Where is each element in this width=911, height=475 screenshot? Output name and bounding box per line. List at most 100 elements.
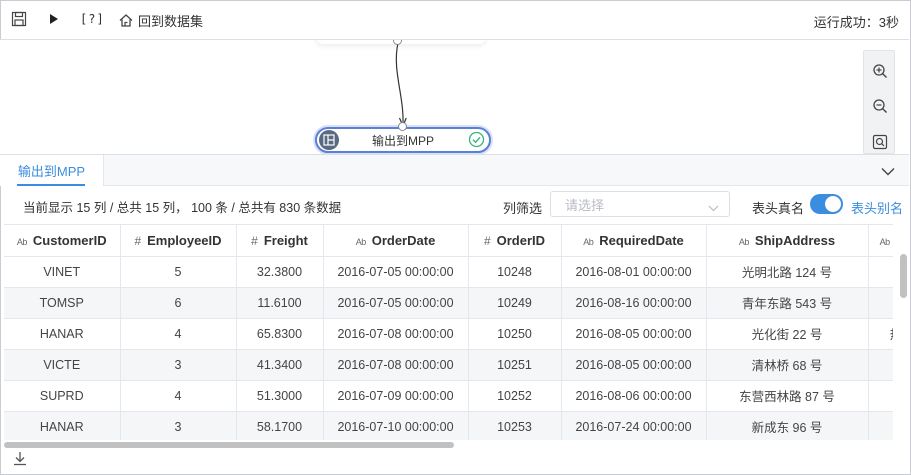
column-header-employeeid[interactable]: # EmployeeID xyxy=(120,225,237,257)
column-header-label: ShipAddress xyxy=(754,232,836,248)
column-filter-placeholder: 请选择 xyxy=(565,197,605,213)
table-output-icon xyxy=(319,130,339,150)
table-row[interactable]: HANAR 4 65.8300 2016-07-08 00:00:00 10250 201… xyxy=(4,318,893,350)
text-type-icon: Ab xyxy=(16,236,28,247)
data-table: Ab CustomerID # EmployeeID # Freight Ab OrderDa… xyxy=(4,225,893,440)
table-cell xyxy=(868,349,893,381)
column-header-label: RequiredDate xyxy=(599,232,684,248)
table-cell: 东营西林路 87 号 xyxy=(706,380,869,412)
number-type-icon: # xyxy=(251,233,258,248)
table-row[interactable]: SUPRD 4 51.3000 2016-07-09 00:00:00 10252 201… xyxy=(4,380,893,412)
table-cell: 10248 xyxy=(468,256,562,288)
table-cell: 10249 xyxy=(468,287,562,319)
toolbar: [?] 回到数据集 运行成功：3秒 xyxy=(0,0,909,40)
table-cell: 10250 xyxy=(468,318,562,350)
header-alias-label[interactable]: 表头别名 xyxy=(851,198,903,217)
table-cell xyxy=(868,411,893,440)
table-cell: 6 xyxy=(120,287,237,319)
number-type-icon: # xyxy=(483,233,491,248)
text-type-icon: Ab xyxy=(583,236,594,247)
table-cell: TOMSP xyxy=(4,287,121,319)
number-type-icon: # xyxy=(134,233,142,248)
column-filter-select[interactable]: 请选择 xyxy=(550,191,730,217)
table-cell: 2016-07-05 00:00:00 xyxy=(323,287,469,319)
text-type-icon: Ab xyxy=(879,236,891,247)
table-row[interactable]: TOMSP 6 11.6100 2016-07-05 00:00:00 10249 201… xyxy=(4,287,893,319)
vertical-scroll-thumb[interactable] xyxy=(900,254,907,298)
back-to-dataset-button[interactable]: 回到数据集 xyxy=(118,11,203,30)
result-tabbar: 输出到MPP xyxy=(0,155,909,186)
home-back-icon xyxy=(119,14,133,27)
toggle-knob xyxy=(825,196,841,212)
table-cell: 光明北路 124 号 xyxy=(706,256,869,288)
text-type-icon: Ab xyxy=(738,236,750,247)
table-cell: 2016-07-09 00:00:00 xyxy=(323,380,469,412)
header-real-name-label: 表头真名 xyxy=(752,201,805,216)
column-header-customerid[interactable]: Ab CustomerID xyxy=(4,225,121,257)
header-name-toggle[interactable] xyxy=(810,194,843,214)
zoom-in-icon[interactable] xyxy=(872,63,888,79)
table-row[interactable]: VICTE 3 41.3400 2016-07-08 00:00:00 10251 201… xyxy=(4,349,893,381)
vertical-scrollbar[interactable] xyxy=(899,224,909,440)
column-header-label: OrderID xyxy=(496,232,546,248)
chevron-down-icon[interactable] xyxy=(881,164,895,179)
column-header-freight[interactable]: # Freight xyxy=(236,225,324,257)
column-header-orderdate[interactable]: Ab OrderDate xyxy=(323,225,469,257)
table-cell: 2016-07-05 00:00:00 xyxy=(323,256,469,288)
table-cell: 2016-08-05 00:00:00 xyxy=(561,318,707,350)
table-cell: 10252 xyxy=(468,380,562,412)
table-cell: 2016-07-10 00:00:00 xyxy=(323,411,469,440)
table-cell: 51.3000 xyxy=(236,380,324,412)
data-summary: 当前显示 15 列 / 总共 15 列， 100 条 / 总共有 830 条数据 xyxy=(23,201,342,215)
table-cell: 5 xyxy=(120,256,237,288)
table-cell: 2016-07-24 00:00:00 xyxy=(561,411,707,440)
tab-output-mpp[interactable]: 输出到MPP xyxy=(0,155,104,186)
column-header-label: CustomerID xyxy=(32,232,107,248)
table-cell: 58.1700 xyxy=(236,411,324,440)
table-header-row: Ab CustomerID # EmployeeID # Freight Ab OrderDa… xyxy=(4,225,893,257)
column-header-shipaddress[interactable]: Ab ShipAddress xyxy=(706,225,869,257)
table-cell: VINET xyxy=(4,256,121,288)
fit-view-icon[interactable] xyxy=(872,134,888,150)
table-cell xyxy=(868,287,893,319)
table-cell: HANAR xyxy=(4,318,121,350)
table-cell: 4 xyxy=(120,318,237,350)
column-filter-label: 列筛选 xyxy=(503,201,543,216)
table-cell: VICTE xyxy=(4,349,121,381)
column-header-label: EmployeeID xyxy=(147,232,222,248)
table-cell: 光化街 22 号 xyxy=(706,318,869,350)
output-node-input-port[interactable] xyxy=(398,122,407,131)
column-header-orderid[interactable]: # OrderID xyxy=(468,225,562,257)
play-icon[interactable] xyxy=(49,13,59,25)
save-icon[interactable] xyxy=(11,11,27,27)
table-cell xyxy=(868,256,893,288)
node-label: 输出到MPP xyxy=(371,133,434,148)
run-status: 运行成功：3秒 xyxy=(813,15,899,30)
table-cell: 2016-08-06 00:00:00 xyxy=(561,380,707,412)
column-header-requireddate[interactable]: Ab RequiredDate xyxy=(561,225,707,257)
check-circle-icon xyxy=(468,131,485,151)
table-cell: 11.6100 xyxy=(236,287,324,319)
table-cell: 4 xyxy=(120,380,237,412)
table-cell: 3 xyxy=(120,411,237,440)
zoom-out-icon[interactable] xyxy=(872,98,888,114)
table-cell: 清林桥 68 号 xyxy=(706,349,869,381)
data-table-container[interactable]: Ab CustomerID # EmployeeID # Freight Ab OrderDa… xyxy=(4,224,893,440)
table-cell: 新成东 96 号 xyxy=(706,411,869,440)
table-cell xyxy=(868,380,893,412)
column-header-sh[interactable]: AbSh xyxy=(868,225,893,257)
table-cell: 2016-07-08 00:00:00 xyxy=(323,318,469,350)
text-type-icon: Ab xyxy=(355,236,367,247)
flow-edge xyxy=(395,42,407,128)
table-cell: 65.8300 xyxy=(236,318,324,350)
table-row[interactable]: VINET 5 32.3800 2016-07-05 00:00:00 10248 201… xyxy=(4,256,893,288)
download-icon[interactable] xyxy=(13,451,27,469)
table-cell: 2016-08-16 00:00:00 xyxy=(561,287,707,319)
table-row[interactable]: HANAR 3 58.1700 2016-07-10 00:00:00 10253 201… xyxy=(4,411,893,440)
column-header-label: OrderDate xyxy=(371,232,436,248)
flow-canvas[interactable]: 输出到MPP xyxy=(0,40,909,154)
horizontal-scrollbar[interactable] xyxy=(4,441,893,449)
horizontal-scroll-thumb[interactable] xyxy=(4,442,454,448)
table-cell: HANAR xyxy=(4,411,121,440)
help-button[interactable]: [?] xyxy=(80,12,105,26)
